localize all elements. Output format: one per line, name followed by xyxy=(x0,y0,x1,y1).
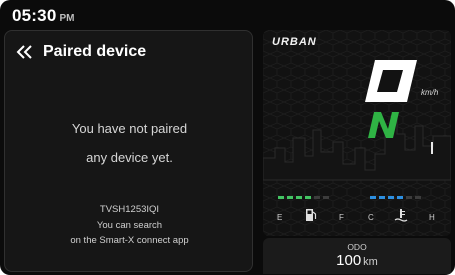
speed-readout-graphic xyxy=(365,60,417,102)
odo-unit: km xyxy=(363,256,378,268)
temperature-level-segment xyxy=(415,196,421,199)
fuel-level-segment xyxy=(278,196,284,199)
fuel-empty-label: E xyxy=(277,213,283,222)
temperature-level-segment xyxy=(397,196,403,199)
temperature-level-segment xyxy=(406,196,412,199)
coolant-temperature-icon xyxy=(394,209,408,222)
clock-ampm: PM xyxy=(59,13,75,24)
fuel-level-segment xyxy=(287,196,293,199)
paired-device-panel: Paired device You have not paired any de… xyxy=(4,30,253,272)
odo-label: ODO xyxy=(347,242,367,252)
temp-cold-label: C xyxy=(368,213,374,222)
temperature-level-segment xyxy=(370,196,376,199)
city-skyline-background xyxy=(263,30,451,236)
odometer: ODO 100 km xyxy=(263,238,451,274)
search-hint-line2: on the Smart-X connect app xyxy=(70,235,189,246)
status-bar: 05:30 PM xyxy=(12,6,74,28)
odo-value: 100 xyxy=(336,252,362,269)
vehicle-device-id: TVSH1253IQI xyxy=(99,204,160,215)
speed-unit: km/h xyxy=(421,88,439,97)
instrument-cluster: URBAN km/h E F C H xyxy=(263,30,451,236)
clock-time: 05:30 xyxy=(12,6,57,25)
fuel-full-label: F xyxy=(339,213,344,222)
rpm-indicator xyxy=(431,142,433,154)
temperature-level-segment xyxy=(388,196,394,199)
fuel-level-segment xyxy=(323,196,329,199)
page-title: Paired device xyxy=(43,43,147,60)
temperature-level-segment xyxy=(379,196,385,199)
no-device-message-line1: You have not paired xyxy=(71,121,188,136)
search-hint-line1: You can search xyxy=(96,220,163,231)
fuel-level-segment xyxy=(296,196,302,199)
gear-indicator xyxy=(368,112,399,138)
fuel-pump-icon xyxy=(306,209,317,221)
fuel-level-bar xyxy=(278,196,329,199)
infotainment-screen: 05:30 PM Paired device You have not pair… xyxy=(0,0,455,275)
double-chevron-left-icon[interactable] xyxy=(13,41,37,63)
temperature-level-bar xyxy=(370,196,421,199)
panel-header: Paired device xyxy=(13,41,146,63)
no-device-message-line2: any device yet. xyxy=(86,150,173,165)
fuel-level-segment xyxy=(314,196,320,199)
temp-hot-label: H xyxy=(429,213,435,222)
fuel-level-segment xyxy=(305,196,311,199)
ride-mode-label: URBAN xyxy=(272,36,317,48)
